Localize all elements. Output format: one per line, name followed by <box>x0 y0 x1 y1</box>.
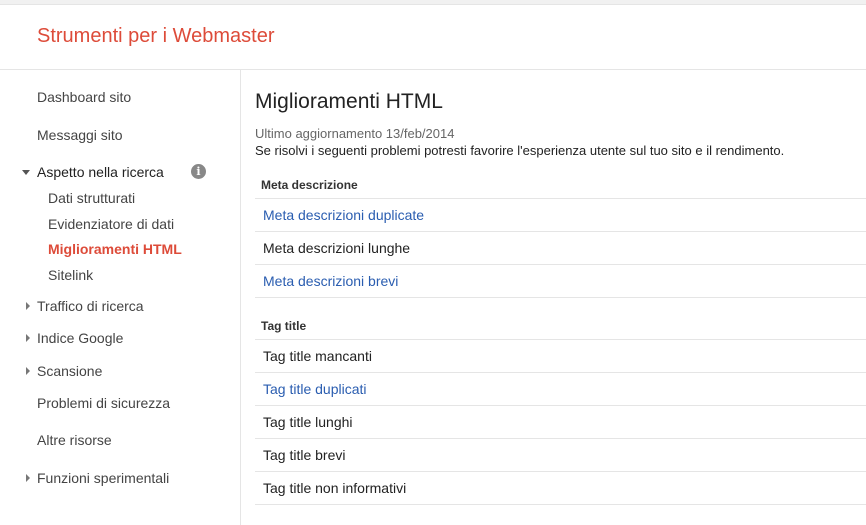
issue-row-title-lunghi: Tag title lunghi <box>255 406 866 439</box>
app-title[interactable]: Strumenti per i Webmaster <box>37 25 275 48</box>
sidebar-item-aspetto-ricerca[interactable]: Aspetto nella ricerca <box>37 164 164 180</box>
app-header: Strumenti per i Webmaster <box>0 5 866 70</box>
page-title: Miglioramenti HTML <box>255 90 443 113</box>
sidebar-item-altre-risorse[interactable]: Altre risorse <box>37 432 112 448</box>
sidebar-item-scansione[interactable]: Scansione <box>37 363 102 379</box>
sidebar-subitem-miglioramenti-html[interactable]: Miglioramenti HTML <box>48 241 182 257</box>
collapse-caret-icon[interactable] <box>26 302 30 310</box>
issue-row-title-duplicati[interactable]: Tag title duplicati <box>255 373 866 406</box>
collapse-caret-icon[interactable] <box>26 474 30 482</box>
issue-row-meta-duplicate[interactable]: Meta descrizioni duplicate <box>255 199 866 232</box>
main-content: Miglioramenti HTML Ultimo aggiornamento … <box>255 70 866 525</box>
sidebar-subitem-sitelink[interactable]: Sitelink <box>48 267 93 283</box>
issue-row-title-non-informativi: Tag title non informativi <box>255 472 866 505</box>
issue-row-title-mancanti: Tag title mancanti <box>255 340 866 373</box>
sidebar-item-messaggi[interactable]: Messaggi sito <box>37 127 123 143</box>
page-description: Se risolvi i seguenti problemi potresti … <box>255 143 785 158</box>
last-updated: Ultimo aggiornamento 13/feb/2014 <box>255 126 455 141</box>
section-header-meta-descrizione: Meta descrizione <box>255 172 866 199</box>
info-icon[interactable]: i <box>191 164 206 179</box>
sidebar-item-traffico[interactable]: Traffico di ricerca <box>37 298 144 314</box>
sidebar-subitem-dati-strutturati[interactable]: Dati strutturati <box>48 190 135 206</box>
issue-row-title-brevi: Tag title brevi <box>255 439 866 472</box>
collapse-caret-icon[interactable] <box>26 334 30 342</box>
sidebar-item-indice-google[interactable]: Indice Google <box>37 330 123 346</box>
collapse-caret-icon[interactable] <box>26 367 30 375</box>
issue-row-meta-lunghe: Meta descrizioni lunghe <box>255 232 866 265</box>
sidebar-nav: Dashboard sito Messaggi sito Aspetto nel… <box>0 70 241 525</box>
sidebar-subitem-evidenziatore[interactable]: Evidenziatore di dati <box>48 216 174 232</box>
sidebar-item-dashboard[interactable]: Dashboard sito <box>37 89 131 105</box>
sidebar-item-funzioni-sperimentali[interactable]: Funzioni sperimentali <box>37 470 169 486</box>
expand-caret-icon[interactable] <box>22 170 30 175</box>
issue-row-meta-brevi[interactable]: Meta descrizioni brevi <box>255 265 866 298</box>
sidebar-item-sicurezza[interactable]: Problemi di sicurezza <box>37 395 170 411</box>
section-header-tag-title: Tag title <box>255 313 866 340</box>
